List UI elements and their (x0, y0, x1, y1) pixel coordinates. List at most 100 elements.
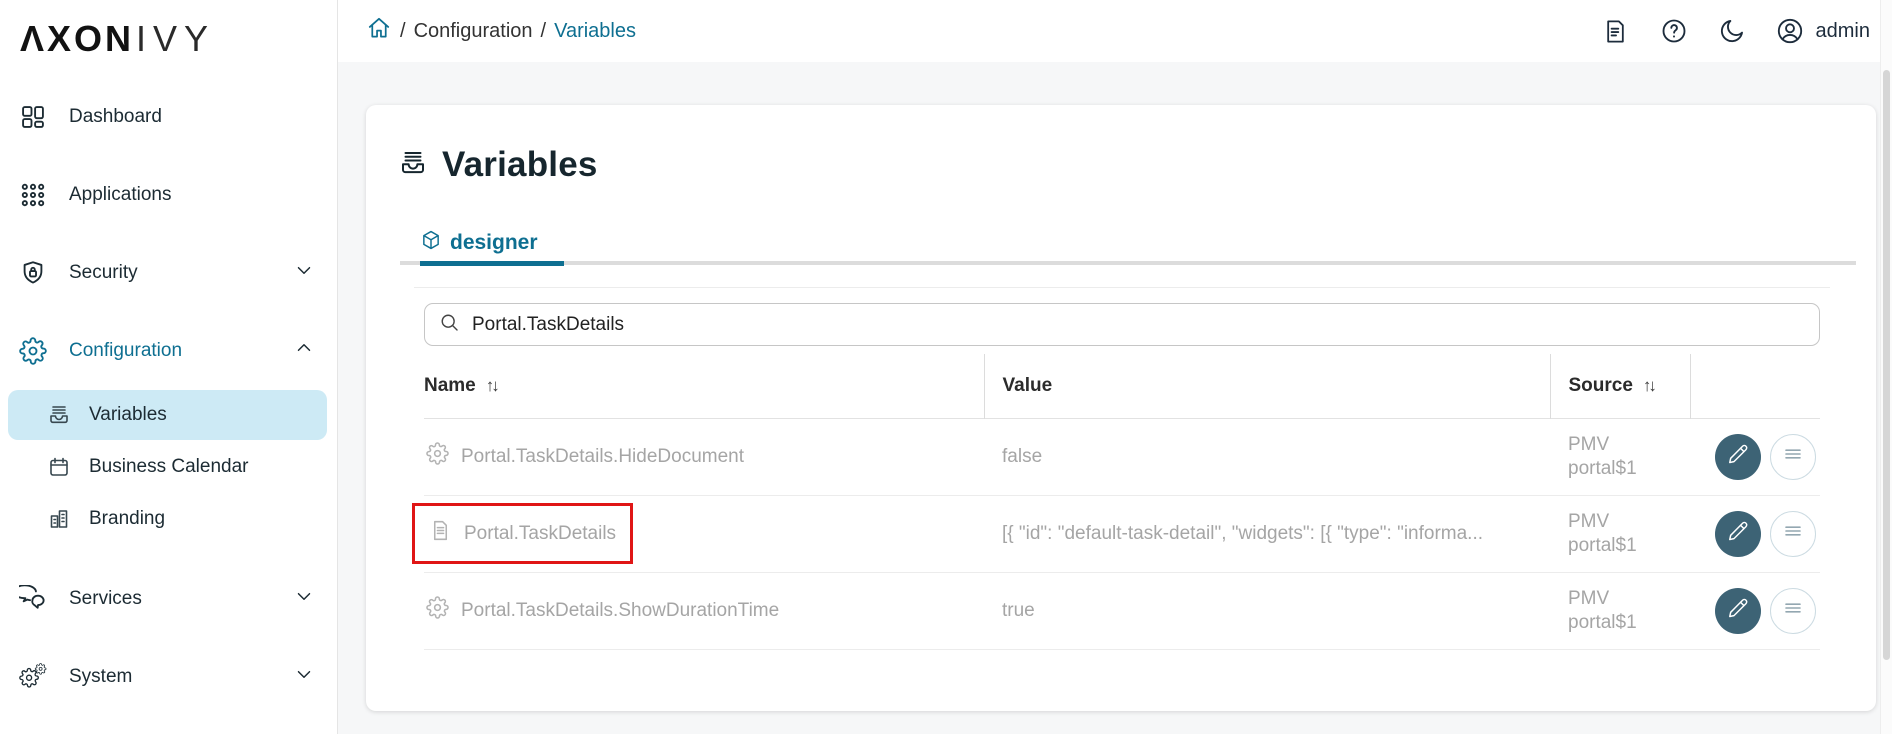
edit-button[interactable] (1715, 510, 1761, 557)
username-label[interactable]: admin (1816, 20, 1870, 43)
gear-icon (426, 442, 449, 471)
row-menu-button[interactable] (1770, 510, 1816, 557)
sidebar-item-label: Business Calendar (89, 456, 249, 477)
topbar-actions: admin (1602, 17, 1870, 45)
scrollbar-thumb[interactable] (1883, 70, 1890, 660)
row-source-pmv: PMV (1568, 510, 1610, 532)
sidebar-item-variables[interactable]: Variables (8, 390, 327, 440)
topbar: / Configuration / Variables admin (338, 0, 1892, 62)
sidebar-item-monitor[interactable]: Monitor (0, 716, 337, 734)
sidebar-item-security[interactable]: Security (0, 234, 337, 312)
hamburger-icon (1781, 596, 1805, 626)
table-row[interactable]: Portal.TaskDetails.ShowDurationTime true… (424, 572, 1820, 649)
edit-button[interactable] (1715, 587, 1761, 634)
chevron-down-icon (293, 585, 315, 613)
sidebar-item-label: Services (69, 588, 142, 609)
double-gear-icon (17, 661, 49, 693)
content-area: Variables designer Portal.TaskDetails Na… (338, 62, 1892, 734)
variables-title-icon (398, 148, 428, 183)
user-avatar-icon[interactable] (1776, 17, 1804, 45)
sidebar-item-label: Configuration (69, 340, 183, 361)
calendar-icon (46, 454, 72, 480)
row-source-pmv: PMV (1568, 433, 1610, 455)
sidebar-item-label: System (69, 666, 133, 687)
row-value: true (1002, 599, 1035, 621)
hamburger-icon (1781, 442, 1805, 472)
breadcrumb-separator: / (540, 19, 547, 42)
edit-button[interactable] (1715, 433, 1761, 480)
sort-name-icon[interactable]: ↑↓ (486, 376, 500, 396)
sidebar-item-applications[interactable]: Applications (0, 156, 337, 234)
table-row[interactable]: Portal.TaskDetails.HideDocument false PM… (424, 418, 1820, 495)
row-menu-button[interactable] (1770, 587, 1816, 634)
search-box (424, 303, 1820, 346)
chevron-up-icon (293, 337, 315, 365)
sidebar-item-configuration[interactable]: Configuration (0, 312, 337, 390)
row-name-cell-inner: Portal.TaskDetails.ShowDurationTime (424, 583, 781, 638)
dashboard-icon (17, 101, 49, 133)
chevron-down-icon (293, 663, 315, 691)
search-input[interactable] (472, 313, 1805, 336)
gear-icon (426, 596, 449, 625)
column-header-source: Source (1568, 374, 1633, 396)
search-icon (439, 312, 460, 338)
sidebar-item-services[interactable]: Services (0, 560, 337, 638)
tab-rail (400, 261, 1856, 265)
main-area: / Configuration / Variables admin Variab… (338, 0, 1892, 734)
row-source-pmv: PMV (1568, 587, 1610, 609)
row-source-pm: portal$1 (1568, 611, 1637, 633)
branding-icon (46, 506, 72, 532)
sidebar-item-label: Branding (89, 508, 166, 529)
tab-bar: designer (400, 221, 1856, 266)
sidebar-item-label: Applications (69, 184, 172, 205)
column-header-value: Value (1002, 374, 1053, 396)
help-icon[interactable] (1660, 17, 1688, 45)
row-name-cell-inner: Portal.TaskDetails.HideDocument (424, 429, 746, 484)
sidebar-item-system[interactable]: System (0, 638, 337, 716)
applications-icon (17, 179, 49, 211)
variables-card: Variables designer Portal.TaskDetails Na… (366, 105, 1876, 711)
row-menu-button[interactable] (1770, 433, 1816, 480)
document-icon[interactable] (1602, 17, 1630, 45)
row-name-label: Portal.TaskDetails.ShowDurationTime (461, 599, 780, 621)
gear-icon (17, 335, 49, 367)
row-value: [{ "id": "default-task-detail", "widgets… (1002, 522, 1484, 544)
sidebar-item-dashboard[interactable]: Dashboard (0, 78, 337, 156)
hamburger-icon (1781, 519, 1805, 549)
panel-separator (414, 287, 1830, 288)
sidebar-item-label: Security (69, 262, 138, 283)
sort-source-icon[interactable]: ↑↓ (1643, 376, 1657, 396)
tab-designer[interactable]: designer (420, 221, 564, 266)
sidebar-item-label: Dashboard (69, 106, 162, 127)
file-icon (429, 519, 452, 548)
sidebar: ΛXON IVY Dashboard Applications Security (0, 0, 338, 734)
pencil-icon (1727, 443, 1749, 471)
table-row[interactable]: Portal.TaskDetails [{ "id": "default-tas… (412, 495, 1820, 572)
cube-icon (420, 229, 442, 257)
row-value: false (1002, 445, 1043, 467)
row-name-label: Portal.TaskDetails (464, 522, 617, 544)
home-icon[interactable] (366, 15, 392, 47)
tab-designer-label: designer (450, 231, 538, 254)
page-title-row: Variables (398, 145, 1818, 185)
pencil-icon (1727, 597, 1749, 625)
shield-lock-icon (17, 257, 49, 289)
chevron-down-icon (293, 259, 315, 287)
dark-mode-moon-icon[interactable] (1718, 17, 1746, 45)
column-header-name: Name (424, 374, 476, 396)
sidebar-item-label: Variables (89, 404, 167, 425)
app-window: ΛXON IVY Dashboard Applications Security (0, 0, 1892, 734)
sidebar-item-business-calendar[interactable]: Business Calendar (8, 442, 327, 492)
variables-table-body: Portal.TaskDetails.HideDocument false PM… (412, 418, 1820, 649)
logo-text-light: IVY (136, 18, 216, 59)
breadcrumb-configuration[interactable]: Configuration (414, 20, 533, 43)
breadcrumb-variables[interactable]: Variables (554, 20, 636, 43)
chat-bubbles-icon (17, 583, 49, 615)
pencil-icon (1727, 520, 1749, 548)
sidebar-item-branding[interactable]: Branding (8, 494, 327, 544)
table-header-row: Name ↑↓ Value Source ↑↓ (424, 354, 1820, 418)
logo-text-bold: ΛXON (20, 18, 135, 59)
page-title: Variables (442, 145, 598, 184)
variables-table: Name ↑↓ Value Source ↑↓ Portal.TaskDetai… (412, 354, 1820, 650)
vertical-scrollbar[interactable] (1880, 0, 1892, 734)
